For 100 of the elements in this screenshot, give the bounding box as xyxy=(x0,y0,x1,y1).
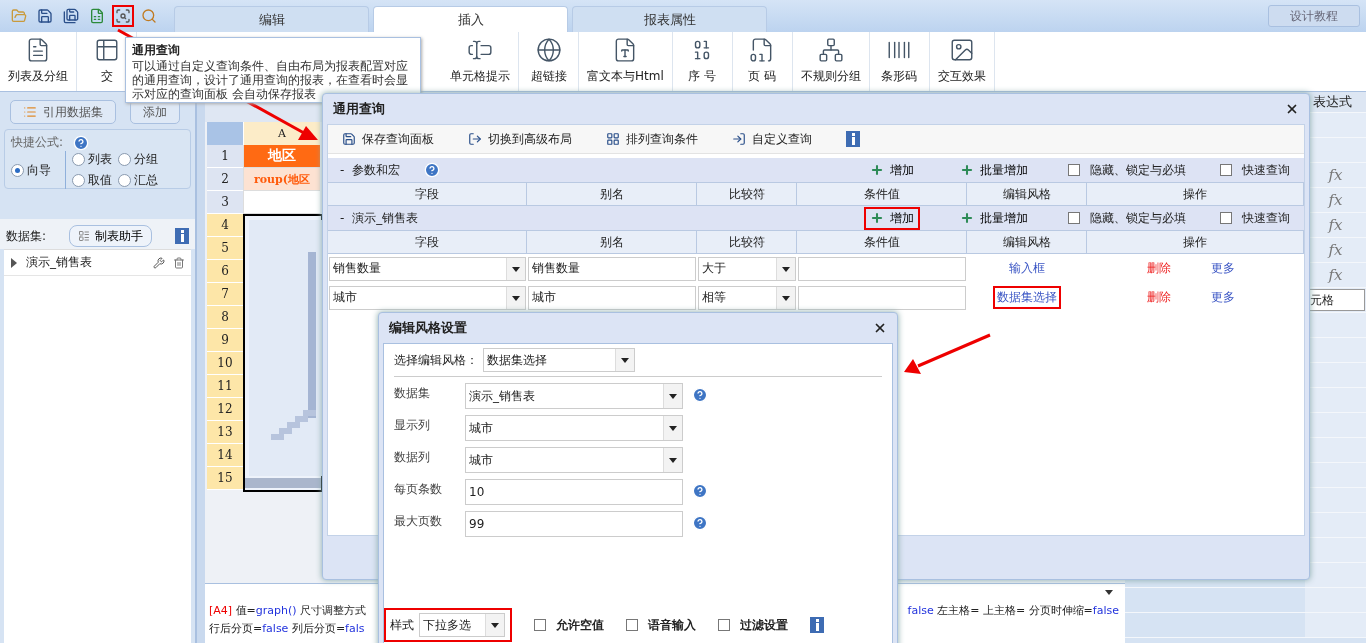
formula-button[interactable]: fx xyxy=(1328,216,1343,234)
collapse-toggle[interactable]: - xyxy=(340,163,345,177)
batch-add-button[interactable]: 批量增加 xyxy=(954,158,1034,182)
field-label: 每页条数 xyxy=(394,481,443,498)
toolbar-button[interactable]: 自定义查询 xyxy=(732,130,812,148)
formula-label: 快捷公式: xyxy=(11,134,64,151)
collapse-toggle[interactable]: - xyxy=(340,211,345,225)
column-header: 编辑风格 xyxy=(967,231,1087,253)
checkbox-label: 过滤设置 xyxy=(740,616,788,634)
tab[interactable]: 插入 xyxy=(373,6,568,32)
dataset-label: 数据集: xyxy=(6,227,47,245)
radio-option[interactable]: 列表 xyxy=(72,151,112,168)
ribbon-button[interactable]: 序 号 xyxy=(672,32,733,91)
delete-link[interactable]: 删除 xyxy=(1146,289,1171,306)
column-header: 别名 xyxy=(527,183,697,205)
style-select[interactable]: 下拉多选 xyxy=(419,613,505,637)
column-header: 编辑风格 xyxy=(967,183,1087,205)
field-label: 数据集 xyxy=(394,385,431,402)
column-header: 字段 xyxy=(328,183,527,205)
tutorial-button[interactable]: 设计教程 xyxy=(1268,5,1360,27)
radio-option[interactable]: 向导 xyxy=(11,161,51,179)
row-number: 10 xyxy=(207,352,243,375)
row-number: 4 xyxy=(207,214,243,237)
row-number: 8 xyxy=(207,306,243,329)
style-link[interactable]: 数据集选择 xyxy=(993,286,1061,309)
tab[interactable]: 报表属性 xyxy=(572,6,767,32)
toolbar-button[interactable]: 排列查询条件 xyxy=(606,130,698,148)
tree-item[interactable]: 演示_销售表 xyxy=(4,250,191,276)
checkbox-label: 快速查询 xyxy=(1242,161,1290,179)
checkbox-label: 隐藏、锁定与必填 xyxy=(1090,209,1186,227)
radio-option[interactable]: 取值 xyxy=(72,172,112,189)
dialog-title: 编辑风格设置 xyxy=(389,319,467,337)
formula-button[interactable]: fx xyxy=(1328,266,1343,284)
row-number: 5 xyxy=(207,237,243,260)
column-header: 字段 xyxy=(328,231,527,253)
style-link[interactable]: 输入框 xyxy=(1005,257,1049,280)
row-number: 1 xyxy=(207,145,243,168)
formula-button[interactable]: fx xyxy=(1328,241,1343,259)
row-number: 9 xyxy=(207,329,243,352)
field-label: 选择编辑风格： xyxy=(394,351,478,369)
more-link[interactable]: 更多 xyxy=(1210,260,1235,277)
checkbox-label: 隐藏、锁定与必填 xyxy=(1090,161,1186,179)
row-number: 3 xyxy=(207,191,243,214)
ribbon-button[interactable]: 单元格提示 xyxy=(442,32,519,91)
formula-button[interactable]: fx xyxy=(1328,166,1343,184)
ribbon-button[interactable]: 页 码 xyxy=(732,32,793,91)
delete-link[interactable]: 删除 xyxy=(1146,260,1171,277)
column-header: 比较符 xyxy=(697,183,797,205)
radio-option[interactable]: 分组 xyxy=(118,151,158,168)
formula-text: [A4] 值=graph() 尺寸调整方式 xyxy=(209,603,367,618)
checkbox-label: 允许空值 xyxy=(556,616,604,634)
field-label: 数据列 xyxy=(394,449,431,466)
operator-select[interactable]: 大于 xyxy=(698,256,796,281)
ribbon-button[interactable]: 列表及分组 xyxy=(0,32,77,91)
more-link[interactable]: 更多 xyxy=(1210,289,1235,306)
table-cell: roup(地区 xyxy=(243,168,320,191)
row-number: 15 xyxy=(207,467,243,490)
row-number: 14 xyxy=(207,444,243,467)
helper-button[interactable]: 制表助手 xyxy=(69,225,152,247)
column-header: 操作 xyxy=(1087,231,1304,253)
operator-select[interactable]: 相等 xyxy=(698,285,796,310)
batch-add-button[interactable]: 批量增加 xyxy=(954,206,1034,230)
select-field[interactable]: 演示_销售表 xyxy=(465,383,683,409)
dataset-button[interactable]: 引用数据集 xyxy=(10,100,116,124)
section-title: 参数和宏 xyxy=(352,161,401,179)
field-select[interactable]: 城市 xyxy=(329,285,526,310)
style-select[interactable]: 数据集选择 xyxy=(483,348,635,372)
ribbon-button[interactable]: 超链接 xyxy=(519,32,579,91)
toolbar-button[interactable]: 保存查询面板 xyxy=(342,130,434,148)
select-field[interactable]: 城市 xyxy=(465,447,683,473)
checkbox-label: 快速查询 xyxy=(1242,209,1290,227)
add-button[interactable]: 增加 xyxy=(864,158,920,182)
row-number: 7 xyxy=(207,283,243,306)
alias-field[interactable]: 销售数量 xyxy=(528,256,696,281)
alias-field[interactable]: 城市 xyxy=(528,285,696,310)
toolbar-button[interactable]: 切换到高级布局 xyxy=(468,130,572,148)
column-header: 条件值 xyxy=(797,231,967,253)
formula-text: false 左主格= 上主格= 分页时伸缩=false xyxy=(907,603,1119,618)
ribbon-button[interactable]: 富文本与Html xyxy=(579,32,673,91)
row-number: 11 xyxy=(207,375,243,398)
field-label: 样式 xyxy=(390,616,414,634)
dialog-title: 通用查询 xyxy=(333,100,385,118)
select-field[interactable]: 城市 xyxy=(465,415,683,441)
input-field[interactable]: 99 xyxy=(465,511,683,537)
field-label: 显示列 xyxy=(394,417,431,434)
tab[interactable]: 编辑 xyxy=(174,6,369,32)
checkbox-label: 语音输入 xyxy=(648,616,696,634)
table-cell: 地区 xyxy=(243,145,320,168)
ribbon-button[interactable]: 条形码 xyxy=(869,32,930,91)
formula-button[interactable]: fx xyxy=(1328,191,1343,209)
column-header: 比较符 xyxy=(697,231,797,253)
add-button[interactable]: 增加 xyxy=(864,206,920,230)
row-number: 2 xyxy=(207,168,243,191)
column-header: 操作 xyxy=(1087,183,1304,205)
radio-option[interactable]: 汇总 xyxy=(118,172,158,189)
ribbon-button[interactable]: 不规则分组 xyxy=(792,32,870,91)
ribbon-button[interactable]: 交互效果 xyxy=(929,32,995,91)
section-title: 演示_销售表 xyxy=(352,209,419,227)
input-field[interactable]: 10 xyxy=(465,479,683,505)
field-select[interactable]: 销售数量 xyxy=(329,256,526,281)
